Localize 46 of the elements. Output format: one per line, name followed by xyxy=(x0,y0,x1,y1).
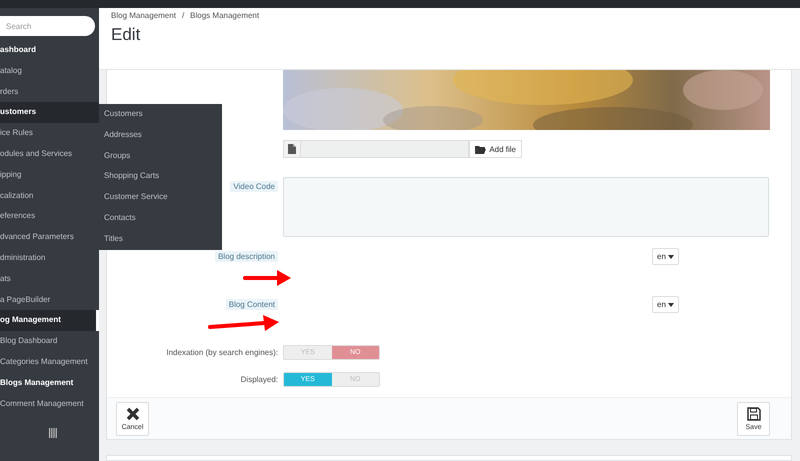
video-code-field[interactable] xyxy=(283,177,769,237)
language-dropdown[interactable]: en xyxy=(652,296,679,313)
sidebar-item[interactable]: ipping xyxy=(0,164,99,186)
sidebar-item[interactable]: calization xyxy=(0,186,99,206)
sidebar-subitem[interactable]: Categories Management xyxy=(0,352,99,373)
sidebar-item[interactable]: ice Rules xyxy=(0,123,99,144)
submenu-item[interactable]: Addresses xyxy=(104,124,222,146)
caret-icon xyxy=(668,254,674,258)
field-label: Blog Content xyxy=(226,299,278,310)
sidebar-subitem[interactable]: Comment Management xyxy=(0,394,99,414)
folder-icon xyxy=(475,144,486,154)
submenu-item[interactable]: Customer Service xyxy=(104,187,222,208)
sidebar-item[interactable]: dvanced Parameters xyxy=(0,227,99,248)
sidebar-item[interactable]: a PageBuilder xyxy=(0,290,99,310)
sidebar-item[interactable]: eferences xyxy=(0,206,99,228)
sidebar-item[interactable]: odules and Services xyxy=(0,144,99,165)
search-field[interactable]: Search xyxy=(0,16,95,36)
language-dropdown[interactable]: en xyxy=(652,248,679,265)
sidebar-item[interactable]: dministration xyxy=(0,248,99,269)
sidebar-subitem[interactable]: Blogs Management xyxy=(0,372,99,394)
field-label: Video Code xyxy=(230,181,278,192)
sidebar-item[interactable]: ustomers xyxy=(0,102,99,124)
add-file-button[interactable]: Add file xyxy=(469,140,522,158)
file-name-field[interactable] xyxy=(300,140,470,158)
submenu-item[interactable]: Customers xyxy=(104,104,222,125)
field-label: Blog description xyxy=(215,251,278,262)
field-label: Displayed: xyxy=(240,374,278,384)
sidebar-item[interactable]: atalog xyxy=(0,60,99,82)
submenu-item[interactable]: Shopping Carts xyxy=(104,166,222,188)
submenu-item[interactable]: Titles xyxy=(104,228,222,250)
file-icon xyxy=(288,144,296,154)
submenu-item[interactable]: Groups xyxy=(104,146,222,166)
close-icon xyxy=(126,407,140,421)
collapse-icon xyxy=(48,428,56,438)
sidebar-item[interactable]: rders xyxy=(0,82,99,102)
caret-icon xyxy=(668,302,674,306)
breadcrumb-link[interactable]: Blog Management xyxy=(111,11,176,20)
breadcrumb-link[interactable]: Blogs Management xyxy=(190,11,260,20)
sidebar-item[interactable]: og Management xyxy=(0,310,99,332)
breadcrumb-separator: / xyxy=(182,11,184,20)
sidebar-subitem[interactable]: Blog Dashboard xyxy=(0,331,99,352)
sidebar-item[interactable]: ashboard xyxy=(0,40,99,61)
page-title: Edit xyxy=(111,25,142,45)
field-label: Indexation (by search engines): xyxy=(166,348,278,356)
sidebar-item[interactable]: ats xyxy=(0,268,99,290)
submenu-item[interactable]: Contacts xyxy=(104,208,222,229)
